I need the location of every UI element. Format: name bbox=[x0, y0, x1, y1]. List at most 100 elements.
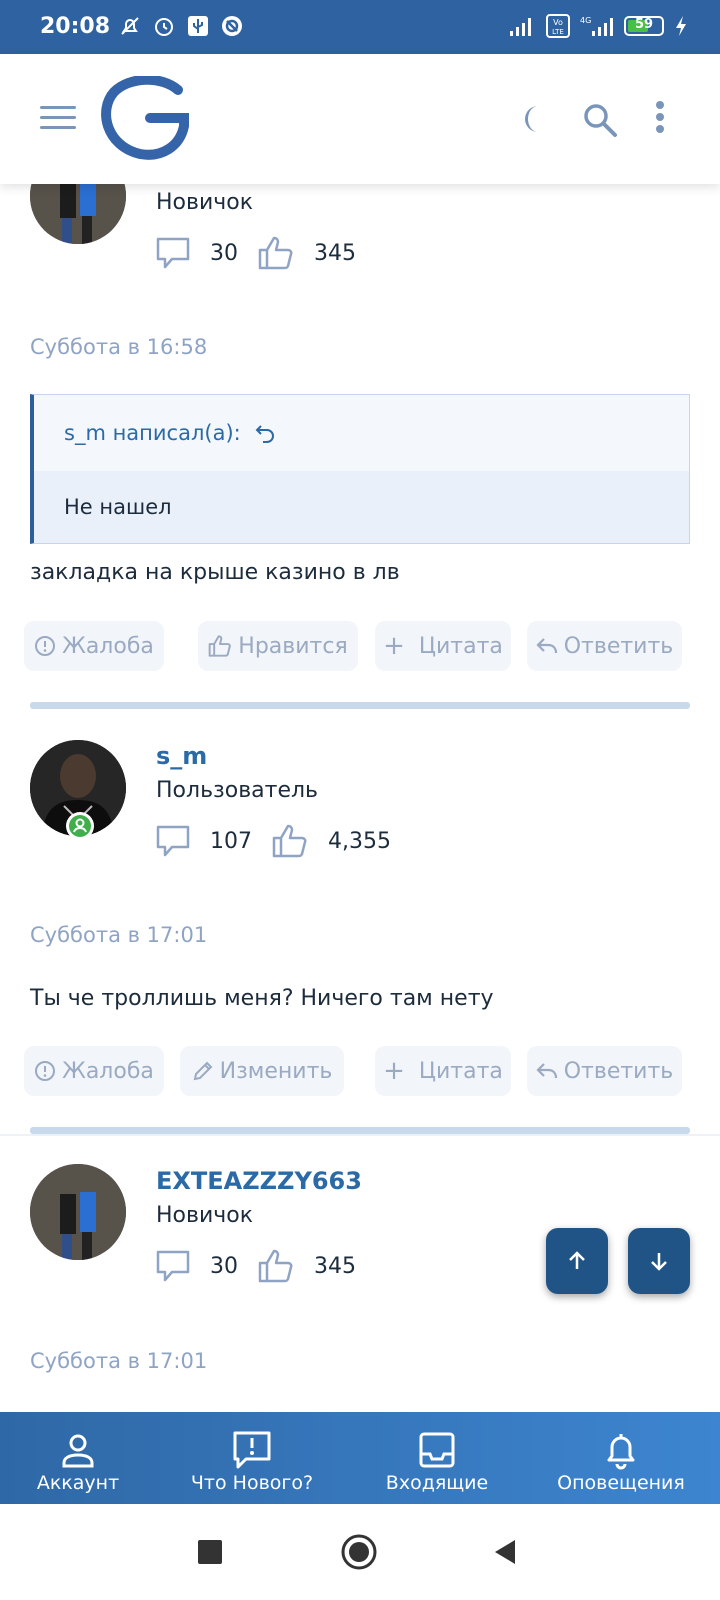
messages-count: 107 bbox=[210, 828, 252, 854]
alarm-icon bbox=[155, 18, 173, 36]
quote-jump-icon[interactable] bbox=[255, 423, 275, 443]
account-icon bbox=[62, 1434, 94, 1468]
nav-account-label: Аккаунт bbox=[36, 1472, 120, 1494]
reply-icon bbox=[536, 1063, 557, 1079]
report-label: Жалоба bbox=[62, 633, 154, 659]
nav-whats-new[interactable]: Что Нового? bbox=[180, 1412, 324, 1504]
quote-header[interactable]: s_m написал(а): bbox=[34, 395, 689, 471]
report-button[interactable]: Жалоба bbox=[24, 1046, 164, 1096]
quote-button[interactable]: + Цитата bbox=[375, 621, 511, 671]
data-saver-icon bbox=[222, 16, 242, 36]
battery-icon: 59 bbox=[624, 16, 664, 36]
arrow-down-icon bbox=[651, 1253, 667, 1271]
post-divider bbox=[30, 702, 690, 709]
svg-text:Vo: Vo bbox=[553, 18, 563, 27]
post-card: Новичок 30 345 Суббота в 16:58 s_m напис… bbox=[0, 184, 720, 710]
home-button[interactable] bbox=[340, 1533, 378, 1571]
recents-button[interactable] bbox=[198, 1540, 222, 1564]
user-title: Новичок bbox=[156, 1203, 254, 1228]
svg-text:4G: 4G bbox=[580, 16, 591, 25]
likes-icon bbox=[258, 236, 293, 270]
volte-icon: VoLTE bbox=[546, 14, 570, 38]
post-divider bbox=[30, 1127, 690, 1134]
post-timestamp[interactable]: Суббота в 16:58 bbox=[30, 335, 207, 359]
status-bar: 20:08 Vo LTE 4G 59 bbox=[0, 0, 720, 54]
scroll-down-button[interactable] bbox=[628, 1228, 690, 1294]
post-timestamp[interactable]: Суббота в 17:01 bbox=[30, 923, 207, 947]
likes-count: 345 bbox=[314, 240, 356, 266]
user-stats: 30 345 bbox=[156, 236, 356, 270]
quote-author: s_m написал(а): bbox=[64, 421, 241, 445]
post-card: s_m Пользователь 107 4,355 Суббота в 17:… bbox=[0, 710, 720, 1134]
like-label: Нравится bbox=[238, 633, 348, 659]
post-message: Ты че троллишь меня? Ничего там нету bbox=[30, 986, 494, 1011]
like-button[interactable]: Нравится bbox=[198, 621, 358, 671]
app-header bbox=[0, 54, 720, 184]
inbox-icon bbox=[419, 1432, 455, 1468]
messages-icon bbox=[156, 1250, 190, 1282]
messages-count: 30 bbox=[210, 240, 238, 266]
usb-icon bbox=[188, 16, 208, 36]
post-card: EXTEAZZZY663 Новичок 30 345 Суббота в 17… bbox=[0, 1136, 720, 1412]
whats-new-icon bbox=[233, 1431, 271, 1469]
user-stats: 30 345 bbox=[156, 1249, 356, 1283]
battery-level: 59 bbox=[634, 17, 654, 32]
menu-icon[interactable] bbox=[40, 104, 76, 132]
charging-icon bbox=[676, 16, 686, 36]
moon-icon[interactable] bbox=[520, 104, 546, 134]
reply-label: Ответить bbox=[563, 633, 674, 659]
back-button[interactable] bbox=[493, 1538, 517, 1566]
edit-button[interactable]: Изменить bbox=[180, 1046, 344, 1096]
user-stats: 107 4,355 bbox=[156, 824, 391, 858]
search-icon[interactable] bbox=[582, 102, 618, 138]
quote-button[interactable]: + Цитата bbox=[375, 1046, 511, 1096]
reply-button[interactable]: Ответить bbox=[527, 621, 682, 671]
thread-content: Новичок 30 345 Суббота в 16:58 s_m напис… bbox=[0, 184, 720, 1412]
messages-icon bbox=[156, 825, 190, 857]
scroll-up-button[interactable] bbox=[546, 1228, 608, 1294]
svg-text:LTE: LTE bbox=[552, 28, 564, 36]
forum-logo[interactable] bbox=[100, 76, 190, 160]
signal-4g-icon: 4G bbox=[580, 16, 613, 36]
user-title: Новичок bbox=[156, 190, 254, 215]
arrow-up-icon bbox=[569, 1251, 585, 1269]
username[interactable]: EXTEAZZZY663 bbox=[156, 1167, 362, 1195]
like-icon bbox=[208, 635, 232, 657]
avatar[interactable] bbox=[30, 184, 126, 244]
nav-account[interactable]: Аккаунт bbox=[18, 1412, 138, 1504]
avatar[interactable] bbox=[30, 1164, 126, 1260]
bell-icon bbox=[607, 1434, 635, 1470]
report-button[interactable]: Жалоба bbox=[24, 621, 164, 671]
likes-icon bbox=[258, 1249, 293, 1283]
quote-body: Не нашел bbox=[34, 471, 689, 543]
reply-icon bbox=[536, 638, 557, 654]
status-time: 20:08 bbox=[40, 14, 111, 39]
user-title: Пользователь bbox=[156, 778, 319, 803]
report-icon bbox=[35, 636, 56, 656]
post-timestamp[interactable]: Суббота в 17:01 bbox=[30, 1349, 207, 1373]
nav-inbox[interactable]: Входящие bbox=[374, 1412, 500, 1504]
nav-notifications[interactable]: Оповещения bbox=[548, 1412, 694, 1504]
bottom-nav: Аккаунт Что Нового? Входящие Оповещения bbox=[0, 1412, 720, 1504]
messages-count: 30 bbox=[210, 1253, 238, 1279]
nav-notifications-label: Оповещения bbox=[557, 1472, 685, 1494]
nav-whats-new-label: Что Нового? bbox=[190, 1472, 314, 1494]
reply-button[interactable]: Ответить bbox=[527, 1046, 682, 1096]
signal-icon bbox=[510, 18, 531, 36]
reply-label: Ответить bbox=[563, 1058, 674, 1084]
pencil-icon bbox=[193, 1061, 213, 1081]
report-label: Жалоба bbox=[62, 1058, 154, 1084]
likes-count: 345 bbox=[314, 1253, 356, 1279]
nav-inbox-label: Входящие bbox=[385, 1472, 489, 1494]
post-message: закладка на крыше казино в лв bbox=[30, 560, 400, 585]
likes-icon bbox=[272, 824, 307, 858]
system-nav-bar bbox=[0, 1504, 720, 1600]
likes-count: 4,355 bbox=[328, 828, 391, 854]
plus-icon: + bbox=[383, 631, 405, 661]
more-icon[interactable] bbox=[654, 100, 666, 134]
status-right-icons: Vo LTE 4G 59 bbox=[508, 14, 688, 38]
online-badge bbox=[66, 812, 94, 840]
report-icon bbox=[35, 1061, 56, 1081]
username[interactable]: s_m bbox=[156, 742, 207, 770]
quote-label: Цитата bbox=[418, 633, 503, 659]
